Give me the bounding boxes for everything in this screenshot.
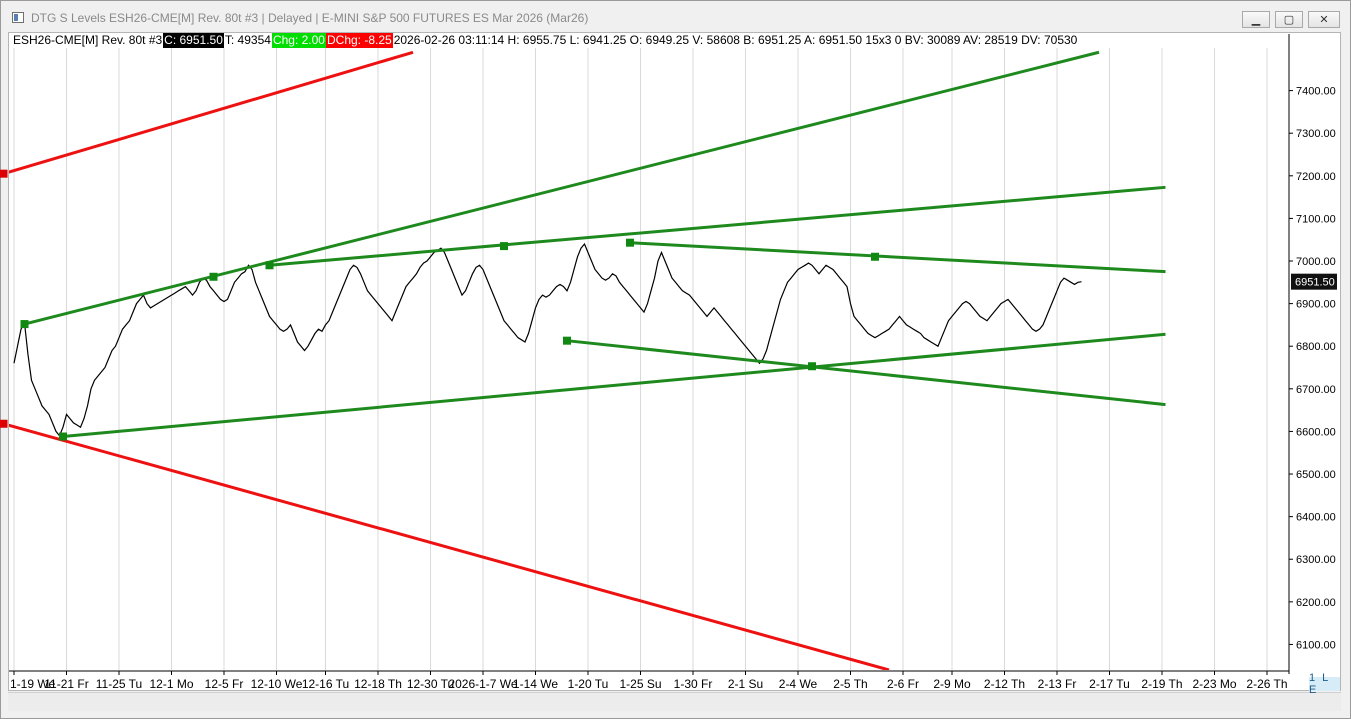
time-tick-label: 12-1 Mo <box>149 677 193 691</box>
price-tick-label: 6900.00 <box>1296 299 1336 311</box>
price-tick-label: 6700.00 <box>1296 384 1336 396</box>
scale-panel-label[interactable]: 1 L E <box>1309 672 1340 696</box>
anchor-point-7 <box>626 238 634 247</box>
time-tick-label: 2-13 Fr <box>1038 677 1077 691</box>
time-tick-label: 2-5 Th <box>833 677 867 691</box>
time-tick-label: 2-1 Su <box>728 677 763 691</box>
trendline-green-5 <box>629 241 1166 274</box>
close-value: C: 6951.50 <box>163 33 224 48</box>
status-strip <box>8 692 1341 711</box>
trendlines[interactable] <box>4 50 1166 670</box>
price-tick-label: 6600.00 <box>1296 426 1336 438</box>
price-tick-label: 6100.00 <box>1296 639 1336 651</box>
price-tick-label: 7100.00 <box>1296 213 1336 225</box>
time-tick-label: 11-25 Tu <box>96 677 142 691</box>
time-tick-label: 1-30 Fr <box>674 677 713 691</box>
last-price-label: 6951.50 <box>1295 277 1335 289</box>
price-tick-label: 7300.00 <box>1296 128 1336 140</box>
anchor-point-5 <box>265 261 274 270</box>
price-tick-label: 6200.00 <box>1296 597 1336 609</box>
price-tick-label: 6500.00 <box>1296 469 1336 481</box>
chart-grid <box>13 48 1268 670</box>
symbol-label: ESH26-CME[M] Rev. 80t #3 <box>13 33 163 47</box>
time-tick-label: 2-26 Th <box>1246 677 1287 691</box>
time-tick-label: 2-23 Mo <box>1192 677 1236 691</box>
time-tick-label: 12-30 Tu <box>407 677 454 691</box>
change-value: Chg: 2.00 <box>271 33 326 48</box>
chart-info-bar: ESH26-CME[M] Rev. 80t #3 C: 6951.50 T: 4… <box>12 33 1078 48</box>
trades-value: T: 49354 <box>224 33 271 47</box>
time-tick-label: 12-16 Tu <box>302 677 349 691</box>
time-tick-label: 1-14 We <box>513 677 558 691</box>
anchor-point-0 <box>0 169 8 178</box>
time-axis[interactable]: 1-19 We11-21 Fr 11-25 Tu 12-1 Mo 12-5 Fr 12-… <box>9 670 1289 691</box>
time-tick-label: 2-4 We <box>779 677 818 691</box>
time-tick-label: 12-10 We <box>251 677 303 691</box>
price-chart[interactable]: 7400.00 7300.00 7200.00 7100.00 7000.00 6900.… <box>0 0 1351 719</box>
price-tick-label: 6300.00 <box>1296 554 1336 566</box>
trendline-red-0 <box>9 50 414 174</box>
bar-details: 2026-02-26 03:11:14 H: 6955.75 L: 6941.2… <box>393 33 1078 47</box>
time-tick-label: 2-19 Th <box>1141 677 1182 691</box>
price-tick-label: 7000.00 <box>1296 256 1336 268</box>
price-tick-label: 6800.00 <box>1296 341 1336 353</box>
time-tick-label: 2026-1-7 We <box>448 677 517 691</box>
price-tick-label: 7400.00 <box>1296 86 1336 98</box>
trendline-green-3 <box>62 332 1166 439</box>
price-axis[interactable]: 7400.00 7300.00 7200.00 7100.00 7000.00 6900.… <box>1288 34 1336 674</box>
daily-change-value: DChg: -8.25 <box>325 33 393 48</box>
trendline-anchors[interactable] <box>0 169 879 441</box>
anchor-point-8 <box>563 336 571 345</box>
trendline-green-4 <box>269 185 1166 267</box>
time-tick-label: 2-6 Fr <box>887 677 919 691</box>
anchor-point-9 <box>808 362 816 371</box>
anchor-point-3 <box>59 432 67 441</box>
anchor-point-6 <box>500 242 508 251</box>
time-tick-label: 12-18 Th <box>354 677 402 691</box>
time-tick-label: 11-21 Fr <box>44 677 88 691</box>
price-line <box>13 242 1082 437</box>
price-series <box>13 242 1082 437</box>
anchor-point-4 <box>209 272 218 281</box>
time-tick-label: 2-9 Mo <box>933 677 971 691</box>
time-tick-label: 2-17 Tu <box>1089 677 1130 691</box>
price-tick-label: 6400.00 <box>1296 512 1336 524</box>
time-tick-label: 12-5 Fr <box>205 677 244 691</box>
trendline-red-1 <box>9 423 890 670</box>
time-tick-label: 2-12 Th <box>984 677 1025 691</box>
price-tick-label: 7200.00 <box>1296 171 1336 183</box>
time-tick-label: 1-25 Su <box>619 677 661 691</box>
anchor-point-1 <box>0 419 8 428</box>
trendline-green-6 <box>566 339 1166 407</box>
anchor-point-2 <box>20 320 29 329</box>
trendline-green-2 <box>24 50 1100 326</box>
time-tick-label: 1-20 Tu <box>568 677 609 691</box>
anchor-point-10 <box>871 252 879 261</box>
last-price-marker: 6951.50 <box>1291 273 1337 290</box>
